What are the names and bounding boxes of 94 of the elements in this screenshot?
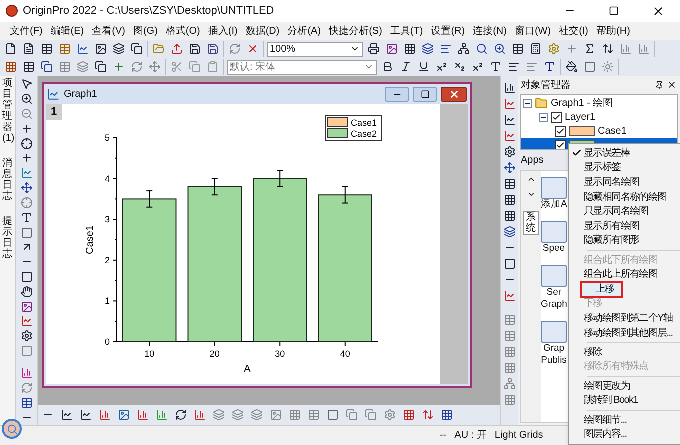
y-tick-label: 0 [104, 337, 110, 347]
x-tick-label: 30 [275, 349, 286, 359]
restore-button[interactable] [413, 86, 437, 102]
menu-item[interactable]: 跳转到 Book1 [569, 394, 680, 408]
panel-title: Apps [521, 154, 544, 168]
dock-tab[interactable]: 提示日志 [2, 216, 12, 260]
tree-item[interactable]: Layer1 [565, 110, 596, 124]
menu-item[interactable]: 格式(O) [162, 24, 204, 38]
menu-item[interactable]: 文件(F) [6, 24, 47, 38]
close-icon [652, 4, 664, 18]
app-icon[interactable] [541, 221, 567, 243]
layer-tab[interactable]: 1 [46, 104, 62, 120]
menu-item[interactable]: 移动绘图到其他图层... [569, 326, 680, 340]
legend-label: Case2 [351, 129, 378, 139]
menu-item[interactable]: 窗口(W) [510, 24, 556, 38]
legend-label: Case1 [351, 118, 378, 128]
graph-window-title: Graph1 [64, 88, 98, 102]
menu-item[interactable]: 图层内容... [569, 427, 680, 442]
menu-item[interactable]: 只显示同名绘图 [569, 204, 680, 219]
x-tick-label: 40 [340, 349, 350, 359]
window-title: OriginPro 2022 - C:\Users\ZSY\Desktop\UNTITLED [23, 4, 276, 19]
menu-item[interactable]: 隐藏相同名称的绘图 [569, 190, 680, 204]
menu-item[interactable]: 插入(I) [204, 24, 242, 38]
dock-tab[interactable]: 消息日志 [2, 158, 12, 202]
close-icon [448, 88, 460, 100]
collapse-icon[interactable] [523, 98, 532, 108]
menu-item[interactable]: 图(G) [129, 24, 162, 38]
error-bar [211, 178, 218, 196]
checkbox[interactable] [555, 140, 566, 149]
y-axis-title: Case1 [85, 226, 96, 254]
x-axis-title: A [244, 364, 251, 375]
app-label[interactable]: Ser Graph [541, 287, 568, 311]
folder-icon [535, 96, 548, 110]
menu-item[interactable]: 显示同名绘图 [569, 175, 680, 190]
y-tick-label: 1 [104, 296, 110, 306]
menu-item[interactable]: 设置(R) [427, 24, 470, 38]
menu-item[interactable]: 数据(D) [242, 24, 284, 38]
error-bar [342, 186, 349, 204]
error-bar [276, 170, 284, 188]
app-icon[interactable] [541, 265, 568, 287]
status-text: -- [440, 429, 447, 443]
menu-item[interactable]: 隐藏所有图形 [569, 234, 680, 248]
maximize-icon [609, 6, 619, 16]
app-label[interactable]: Spee [542, 243, 566, 255]
y-tick-label: 5 [104, 133, 110, 143]
x-tick-label: 10 [144, 349, 155, 359]
layers-icon[interactable] [502, 224, 518, 240]
x-tick-label: 20 [210, 349, 220, 359]
scroll-up-icon[interactable] [526, 175, 536, 184]
collapse-icon[interactable] [539, 112, 548, 122]
pin-icon[interactable] [655, 80, 664, 90]
panel-title: 对象管理器 [521, 78, 572, 92]
dock-tab[interactable]: 项目管理器 (1) [2, 78, 12, 144]
menu-item[interactable]: 组合此上所有绘图 [569, 267, 680, 282]
scroll-down-icon[interactable] [526, 190, 536, 199]
menu-item[interactable]: 移除 [569, 345, 680, 360]
tree-item[interactable]: Case1 [598, 124, 627, 138]
menu-item[interactable]: 快捷分析(S) [325, 24, 386, 38]
app-logo-icon [6, 5, 18, 17]
menu-item[interactable]: 编辑(E) [46, 24, 88, 38]
y-tick-label: 2 [104, 255, 110, 266]
y-tick-label: 4 [104, 174, 110, 184]
app-label[interactable]: Grap Publis [541, 343, 567, 367]
app-icon[interactable] [541, 177, 568, 199]
app-label[interactable]: 添加A [541, 199, 568, 211]
menu-item[interactable]: 查看(V) [88, 24, 130, 38]
menu-item[interactable]: 工具(T) [386, 24, 428, 38]
menu-item[interactable]: 上移 [581, 282, 622, 297]
tree-item[interactable]: Graph1 - 绘图 [551, 96, 614, 110]
checkbox[interactable] [555, 126, 566, 136]
menu-item[interactable]: 绘图细节... [569, 412, 680, 428]
menu-item[interactable]: 社交(I) [555, 24, 593, 38]
restore-icon [420, 90, 430, 98]
menu-item[interactable]: 显示所有绘图 [569, 218, 680, 234]
apps-tab-label[interactable]: 系统 [526, 212, 536, 234]
zoom-combo[interactable]: 100% [267, 42, 363, 56]
error-bar [146, 190, 154, 208]
close-icon[interactable] [667, 80, 677, 90]
close-button[interactable] [441, 86, 467, 102]
status-text: Light Grids [494, 429, 544, 443]
apps-tab[interactable]: 系统 [523, 211, 539, 235]
menu-item[interactable]: 显示误差棒 [569, 146, 680, 161]
checkbox[interactable] [551, 112, 562, 122]
app-icon[interactable] [541, 321, 567, 343]
status-text: AU : 开 [454, 429, 487, 443]
font-combo[interactable]: 默认: 宋体 [227, 60, 377, 74]
graph-icon [47, 88, 60, 100]
menu-item[interactable]: 显示标签 [569, 160, 680, 176]
menu-item[interactable]: 绘图更改为 [569, 378, 680, 394]
menu-item[interactable]: 移动绘图到第二个Y轴 [569, 311, 680, 326]
menu-item[interactable]: 分析(A) [284, 24, 326, 38]
y-tick-label: 3 [104, 214, 110, 225]
menu-item[interactable]: 帮助(H) [592, 24, 634, 38]
menu-item[interactable]: 连接(N) [469, 24, 511, 38]
